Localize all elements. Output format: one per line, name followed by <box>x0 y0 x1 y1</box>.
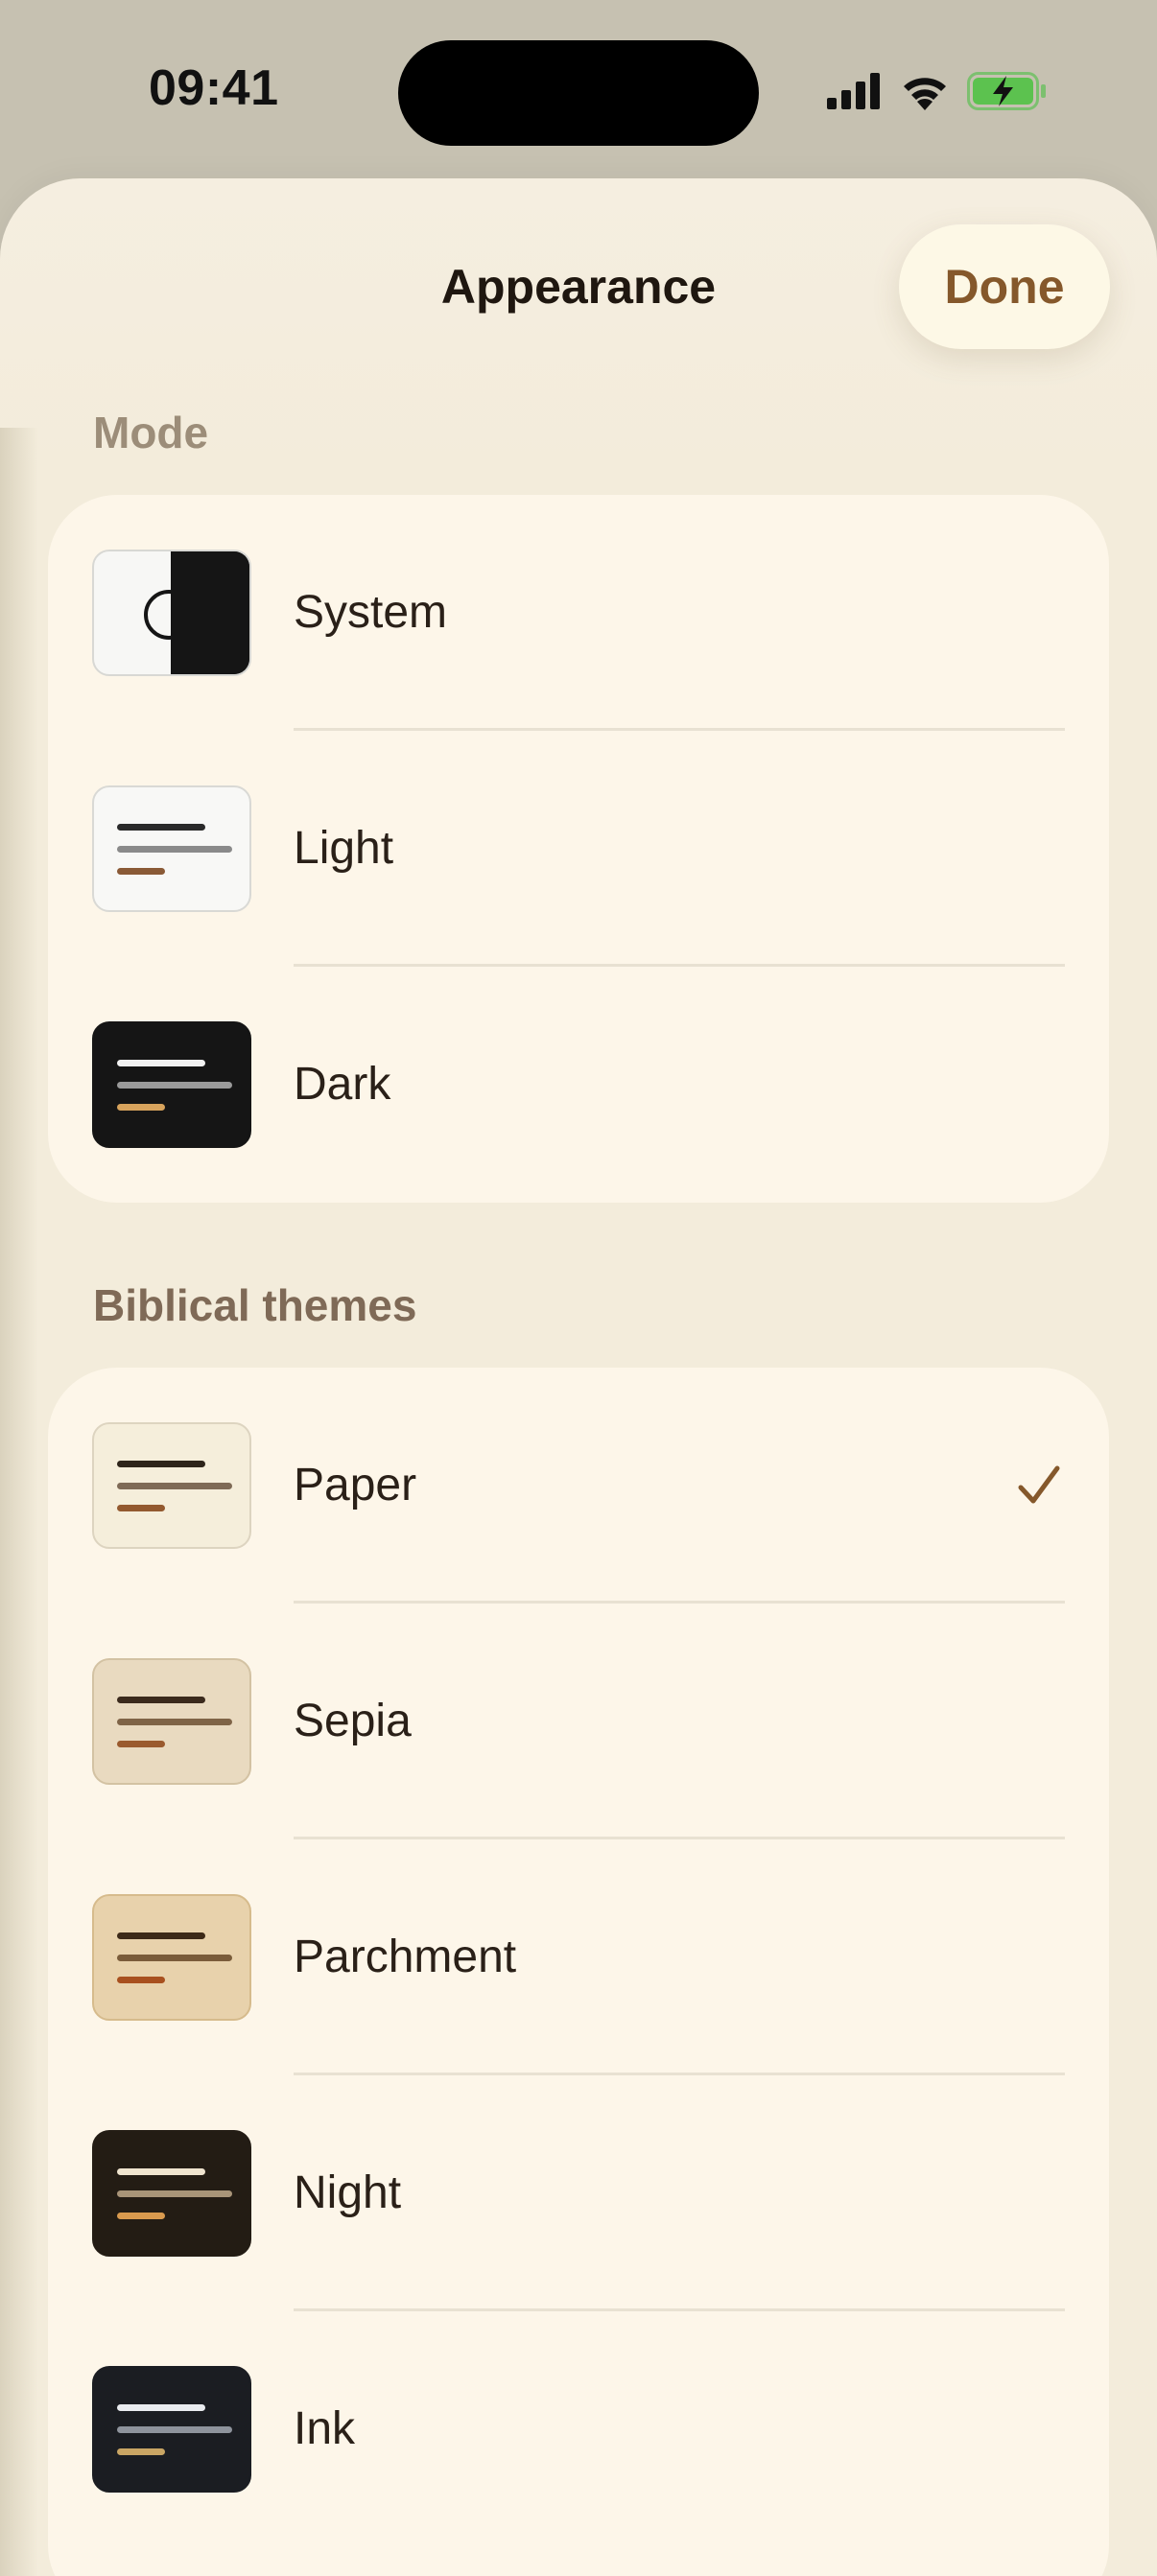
wifi-icon <box>904 78 946 110</box>
checkmark-icon <box>1018 1465 1060 1504</box>
theme-label-ink: Ink <box>294 2403 356 2454</box>
mode-label-light: Light <box>294 823 394 874</box>
dynamic-island <box>398 40 759 146</box>
status-icons <box>827 67 1048 115</box>
status-time: 09:41 <box>149 60 279 116</box>
light-mode-icon <box>92 785 251 912</box>
theme-option-paper[interactable]: Paper <box>48 1368 1109 1604</box>
mode-label-dark: Dark <box>294 1059 391 1110</box>
dark-mode-icon <box>92 1021 251 1148</box>
themes-group: Paper Sepia Parchment Night Ink <box>48 1368 1109 2576</box>
ink-theme-icon <box>92 2366 251 2493</box>
battery-charging-icon <box>967 72 1046 110</box>
night-theme-icon <box>92 2130 251 2257</box>
parchment-theme-icon <box>92 1894 251 2021</box>
theme-option-ink[interactable]: Ink <box>48 2311 1109 2547</box>
theme-option-sepia[interactable]: Sepia <box>48 1604 1109 1839</box>
theme-label-parchment: Parchment <box>294 1932 517 1982</box>
mode-option-light[interactable]: Light <box>48 731 1109 967</box>
system-mode-icon <box>92 550 251 676</box>
theme-label-paper: Paper <box>294 1460 417 1510</box>
mode-group: System Light Dark <box>48 495 1109 1203</box>
sheet-header: Appearance Done <box>0 178 1157 409</box>
theme-option-night[interactable]: Night <box>48 2075 1109 2311</box>
done-button[interactable]: Done <box>899 224 1110 349</box>
theme-label-night: Night <box>294 2167 402 2218</box>
mode-option-system[interactable]: System <box>48 495 1109 731</box>
section-label-themes: Biblical themes <box>93 1280 417 1330</box>
mode-label-system: System <box>294 587 448 638</box>
theme-label-sepia: Sepia <box>294 1696 412 1746</box>
appearance-sheet: Appearance Done Mode System Light Dark B… <box>0 178 1157 2576</box>
mode-option-dark[interactable]: Dark <box>48 967 1109 1203</box>
section-label-mode: Mode <box>93 408 209 457</box>
sepia-theme-icon <box>92 1658 251 1785</box>
cellular-signal-icon <box>827 73 880 109</box>
theme-option-parchment[interactable]: Parchment <box>48 1839 1109 2075</box>
status-bar: 09:41 <box>0 0 1157 182</box>
paper-theme-icon <box>92 1422 251 1549</box>
